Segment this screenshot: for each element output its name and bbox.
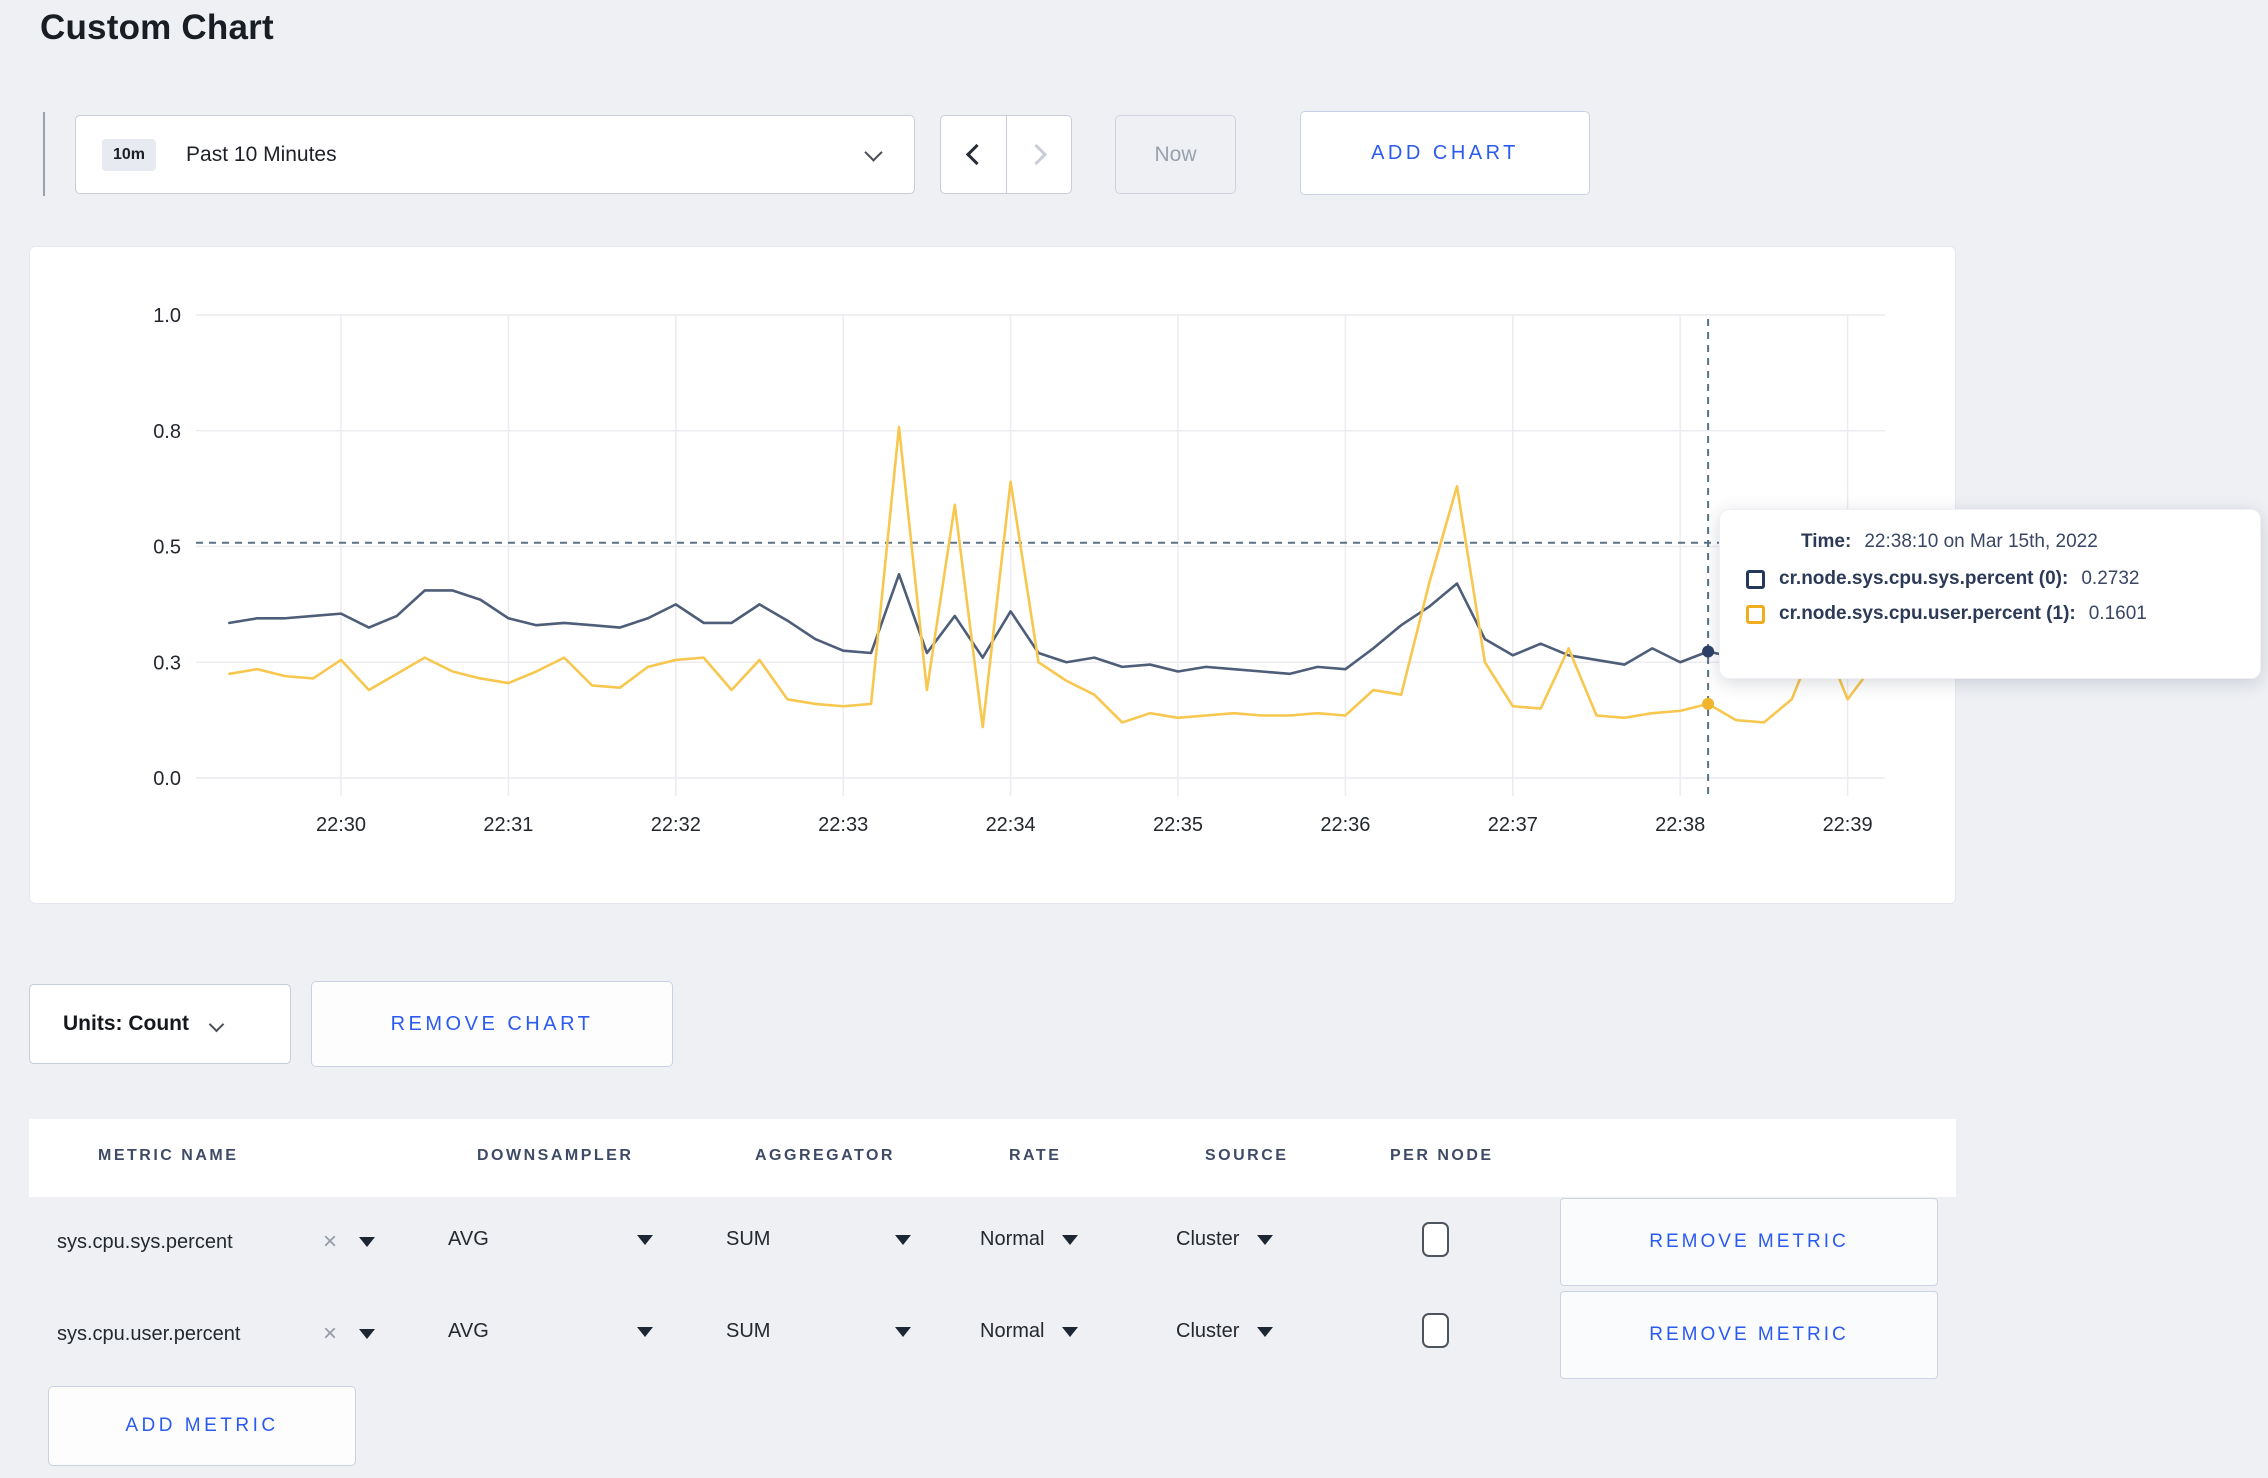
custom-chart-page: Custom Chart 10m Past 10 Minutes Now ADD… — [0, 0, 2268, 1478]
triangle-down-icon — [1257, 1326, 1274, 1337]
triangle-down-icon — [359, 1329, 375, 1339]
svg-text:0.3: 0.3 — [153, 652, 181, 674]
svg-text:22:39: 22:39 — [1823, 814, 1873, 836]
add-chart-button[interactable]: ADD CHART — [1300, 111, 1590, 195]
user-series-value: 0.1601 — [2088, 603, 2147, 624]
per-node-checkbox[interactable] — [1422, 1222, 1449, 1257]
time-range-badge: 10m — [102, 138, 157, 171]
column-header-per-node: PER NODE — [1390, 1147, 1494, 1164]
time-step-group — [940, 115, 1072, 194]
svg-text:0.0: 0.0 — [153, 768, 181, 790]
sys-series-value: 0.2732 — [2081, 568, 2140, 589]
units-dropdown[interactable]: Units: Count — [29, 984, 291, 1064]
column-header-downsampler: DOWNSAMPLER — [477, 1147, 634, 1164]
chart-card: 0.0 0.3 0.5 0.8 1.0 22:30 22:31 22:32 22:33 22:34… — [29, 246, 1956, 904]
sys-series-name: cr.node.sys.cpu.sys.percent (0): — [1779, 568, 2069, 589]
remove-chart-button[interactable]: REMOVE CHART — [311, 981, 673, 1067]
tooltip-time-row: Time: 22:38:10 on Mar 15th, 2022 — [1746, 531, 2234, 553]
svg-text:0.5: 0.5 — [153, 537, 181, 559]
aggregator-value: SUM — [726, 1320, 771, 1342]
tooltip-time-value: 22:38:10 on Mar 15th, 2022 — [1864, 531, 2098, 552]
triangle-down-icon — [1257, 1234, 1274, 1245]
triangle-down-icon — [895, 1234, 911, 1245]
svg-text:1.0: 1.0 — [153, 305, 181, 327]
triangle-down-icon — [637, 1326, 653, 1337]
chevron-down-icon — [864, 143, 883, 162]
metric-name-select[interactable]: sys.cpu.sys.percent × — [57, 1228, 375, 1256]
chevron-right-icon — [1025, 143, 1047, 166]
svg-text:22:36: 22:36 — [1320, 814, 1370, 836]
rate-select[interactable]: Normal — [980, 1228, 1079, 1251]
source-select[interactable]: Cluster — [1176, 1228, 1274, 1251]
page-title: Custom Chart — [40, 8, 274, 47]
aggregator-select[interactable]: SUM — [726, 1228, 911, 1251]
svg-text:22:34: 22:34 — [986, 814, 1036, 836]
downsampler-select[interactable]: AVG — [448, 1320, 653, 1343]
column-header-metric-name: METRIC NAME — [98, 1147, 239, 1164]
svg-text:22:30: 22:30 — [316, 814, 366, 836]
downsampler-value: AVG — [448, 1228, 489, 1250]
source-select[interactable]: Cluster — [1176, 1320, 1274, 1343]
metric-name-value: sys.cpu.user.percent — [57, 1322, 241, 1345]
rate-value: Normal — [980, 1320, 1045, 1342]
triangle-down-icon — [1062, 1326, 1079, 1337]
column-header-rate: RATE — [1009, 1147, 1062, 1164]
metrics-table-header: METRIC NAME DOWNSAMPLER AGGREGATOR RATE … — [29, 1119, 1956, 1197]
svg-text:22:37: 22:37 — [1488, 814, 1538, 836]
toolbar-left-rule — [43, 112, 45, 196]
add-metric-button[interactable]: ADD METRIC — [48, 1386, 356, 1466]
per-node-checkbox[interactable] — [1422, 1313, 1449, 1348]
clear-metric-icon[interactable]: × — [323, 1228, 337, 1256]
metric-name-value: sys.cpu.sys.percent — [57, 1230, 233, 1253]
aggregator-value: SUM — [726, 1228, 771, 1250]
triangle-down-icon — [895, 1326, 911, 1337]
column-header-aggregator: AGGREGATOR — [755, 1147, 895, 1164]
time-range-label: Past 10 Minutes — [186, 142, 337, 166]
metric-name-select[interactable]: sys.cpu.user.percent × — [57, 1320, 375, 1348]
svg-text:22:31: 22:31 — [483, 814, 533, 836]
triangle-down-icon — [1062, 1234, 1079, 1245]
sys-series-legend-swatch — [1746, 569, 1765, 589]
aggregator-select[interactable]: SUM — [726, 1320, 911, 1343]
user-series-name: cr.node.sys.cpu.user.percent (1): — [1779, 603, 2076, 624]
source-value: Cluster — [1176, 1320, 1240, 1342]
chevron-down-icon — [208, 1016, 225, 1032]
svg-text:22:33: 22:33 — [818, 814, 868, 836]
cpu-chart-svg[interactable]: 0.0 0.3 0.5 0.8 1.0 22:30 22:31 22:32 22:33 22:34… — [30, 247, 1957, 905]
chevron-left-icon — [965, 143, 988, 166]
now-button[interactable]: Now — [1115, 115, 1236, 194]
remove-metric-button[interactable]: REMOVE METRIC — [1560, 1198, 1938, 1286]
time-forward-button[interactable] — [1006, 116, 1071, 193]
downsampler-select[interactable]: AVG — [448, 1228, 653, 1251]
column-header-source: SOURCE — [1205, 1147, 1289, 1164]
tooltip-series-row: cr.node.sys.cpu.user.percent (1): 0.1601 — [1746, 603, 2234, 625]
svg-text:0.8: 0.8 — [153, 421, 181, 443]
units-label: Units: Count — [63, 1012, 189, 1035]
triangle-down-icon — [637, 1234, 653, 1245]
tooltip-series-row: cr.node.sys.cpu.sys.percent (0): 0.2732 — [1746, 568, 2234, 590]
svg-text:22:38: 22:38 — [1655, 814, 1705, 836]
downsampler-value: AVG — [448, 1320, 489, 1342]
remove-metric-button[interactable]: REMOVE METRIC — [1560, 1291, 1938, 1379]
svg-text:22:35: 22:35 — [1153, 814, 1203, 836]
source-value: Cluster — [1176, 1228, 1240, 1250]
tooltip-time-label: Time: — [1801, 531, 1852, 552]
svg-text:22:32: 22:32 — [651, 814, 701, 836]
user-series-legend-swatch — [1746, 604, 1765, 624]
chart-tooltip: Time: 22:38:10 on Mar 15th, 2022 cr.node… — [1719, 509, 2261, 679]
time-back-button[interactable] — [941, 116, 1006, 193]
clear-metric-icon[interactable]: × — [323, 1320, 337, 1348]
rate-select[interactable]: Normal — [980, 1320, 1079, 1343]
triangle-down-icon — [359, 1237, 375, 1247]
rate-value: Normal — [980, 1228, 1045, 1250]
time-range-dropdown[interactable]: 10m Past 10 Minutes — [75, 115, 915, 194]
